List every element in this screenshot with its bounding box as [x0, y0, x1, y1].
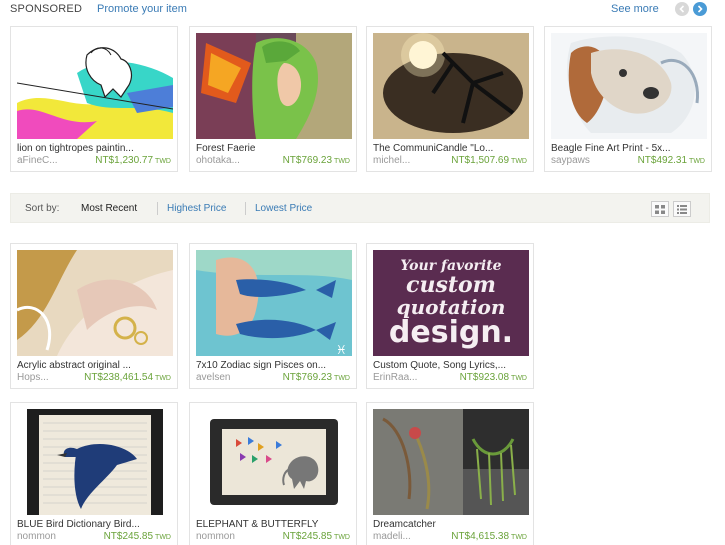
- shop-name[interactable]: ErinRaa...: [373, 372, 417, 383]
- item-price: NT$769.23 TWD: [282, 155, 350, 166]
- acrylic-abstract-image[interactable]: [17, 250, 173, 356]
- dreamcatcher-image[interactable]: [373, 409, 529, 515]
- grid-view-icon[interactable]: [651, 201, 669, 217]
- sort-lowest-price[interactable]: Lowest Price: [255, 203, 312, 214]
- custom-quote-print-image[interactable]: Your favorite custom quotation design.: [373, 250, 529, 356]
- shop-name[interactable]: nommon: [196, 531, 235, 542]
- item-price: NT$492.31 TWD: [637, 155, 705, 166]
- shop-name[interactable]: aFineC...: [17, 155, 58, 166]
- sponsored-card[interactable]: The CommuniCandle "Lo... michel... NT$1,…: [366, 26, 534, 172]
- listing-card[interactable]: Dreamcatcher madeli... NT$4,615.38 TWD: [366, 402, 534, 545]
- item-title[interactable]: 7x10 Zodiac sign Pisces on...: [196, 360, 352, 371]
- listing-card[interactable]: Acrylic abstract original ... Hops... NT…: [10, 243, 178, 389]
- item-title[interactable]: Forest Faerie: [196, 143, 352, 154]
- item-price: NT$245.85 TWD: [103, 531, 171, 542]
- forest-faerie-painting-image[interactable]: [196, 33, 352, 139]
- quote-line: design.: [389, 315, 513, 350]
- item-title[interactable]: BLUE Bird Dictionary Bird...: [17, 519, 173, 530]
- item-title[interactable]: Beagle Fine Art Print - 5x...: [551, 143, 707, 154]
- listing-card[interactable]: ♓ 7x10 Zodiac sign Pisces on... avelsen …: [189, 243, 357, 389]
- shop-name[interactable]: avelsen: [196, 372, 230, 383]
- sponsored-card[interactable]: Forest Faerie ohotaka... NT$769.23 TWD: [189, 26, 357, 172]
- item-price: NT$923.08 TWD: [459, 372, 527, 383]
- shop-name[interactable]: madeli...: [373, 531, 411, 542]
- shop-name[interactable]: ohotaka...: [196, 155, 240, 166]
- sort-bar: Sort by: Most Recent Highest Price Lowes…: [10, 193, 710, 223]
- listing-card[interactable]: Your favorite custom quotation design. C…: [366, 243, 534, 389]
- sort-label: Sort by:: [25, 203, 60, 214]
- item-title[interactable]: ELEPHANT & BUTTERFLY: [196, 519, 352, 530]
- item-price: NT$769.23 TWD: [282, 372, 350, 383]
- sponsored-label: SPONSORED: [10, 3, 83, 15]
- bluebird-dictionary-print-image[interactable]: [17, 409, 173, 515]
- svg-text:♓: ♓: [336, 343, 347, 356]
- sponsored-card[interactable]: Beagle Fine Art Print - 5x... saypaws NT…: [544, 26, 712, 172]
- item-price: NT$238,461.54 TWD: [84, 372, 171, 383]
- carousel-next-icon[interactable]: [693, 2, 707, 16]
- item-price: NT$1,507.69 TWD: [451, 155, 527, 166]
- sort-divider: [245, 202, 246, 215]
- pisces-painting-image[interactable]: ♓: [196, 250, 352, 356]
- list-view-icon[interactable]: [673, 201, 691, 217]
- lion-tightrope-painting-image[interactable]: [17, 33, 173, 139]
- promote-item-link[interactable]: Promote your item: [97, 3, 187, 15]
- sort-divider: [157, 202, 158, 215]
- listing-card[interactable]: BLUE Bird Dictionary Bird... nommon NT$2…: [10, 402, 178, 545]
- shop-name[interactable]: saypaws: [551, 155, 590, 166]
- elephant-butterfly-print-image[interactable]: [196, 409, 352, 515]
- item-price: NT$1,230.77 TWD: [95, 155, 171, 166]
- carousel-prev-icon[interactable]: [675, 2, 689, 16]
- item-price: NT$4,615.38 TWD: [451, 531, 527, 542]
- sponsored-bar: SPONSORED Promote your item See more: [0, 0, 725, 20]
- candle-holder-image[interactable]: [373, 33, 529, 139]
- item-price: NT$245.85 TWD: [282, 531, 350, 542]
- listing-card[interactable]: ELEPHANT & BUTTERFLY nommon NT$245.85 TWD: [189, 402, 357, 545]
- item-title[interactable]: Custom Quote, Song Lyrics,...: [373, 360, 529, 371]
- sort-most-recent[interactable]: Most Recent: [81, 203, 137, 214]
- item-title[interactable]: lion on tightropes paintin...: [17, 143, 173, 154]
- beagle-print-image[interactable]: [551, 33, 707, 139]
- item-title[interactable]: The CommuniCandle "Lo...: [373, 143, 529, 154]
- shop-name[interactable]: michel...: [373, 155, 410, 166]
- sort-highest-price[interactable]: Highest Price: [167, 203, 226, 214]
- item-title[interactable]: Dreamcatcher: [373, 519, 529, 530]
- see-more-link[interactable]: See more: [611, 3, 659, 15]
- item-title[interactable]: Acrylic abstract original ...: [17, 360, 173, 371]
- shop-name[interactable]: Hops...: [17, 372, 49, 383]
- sponsored-card[interactable]: lion on tightropes paintin... aFineC... …: [10, 26, 178, 172]
- shop-name[interactable]: nommon: [17, 531, 56, 542]
